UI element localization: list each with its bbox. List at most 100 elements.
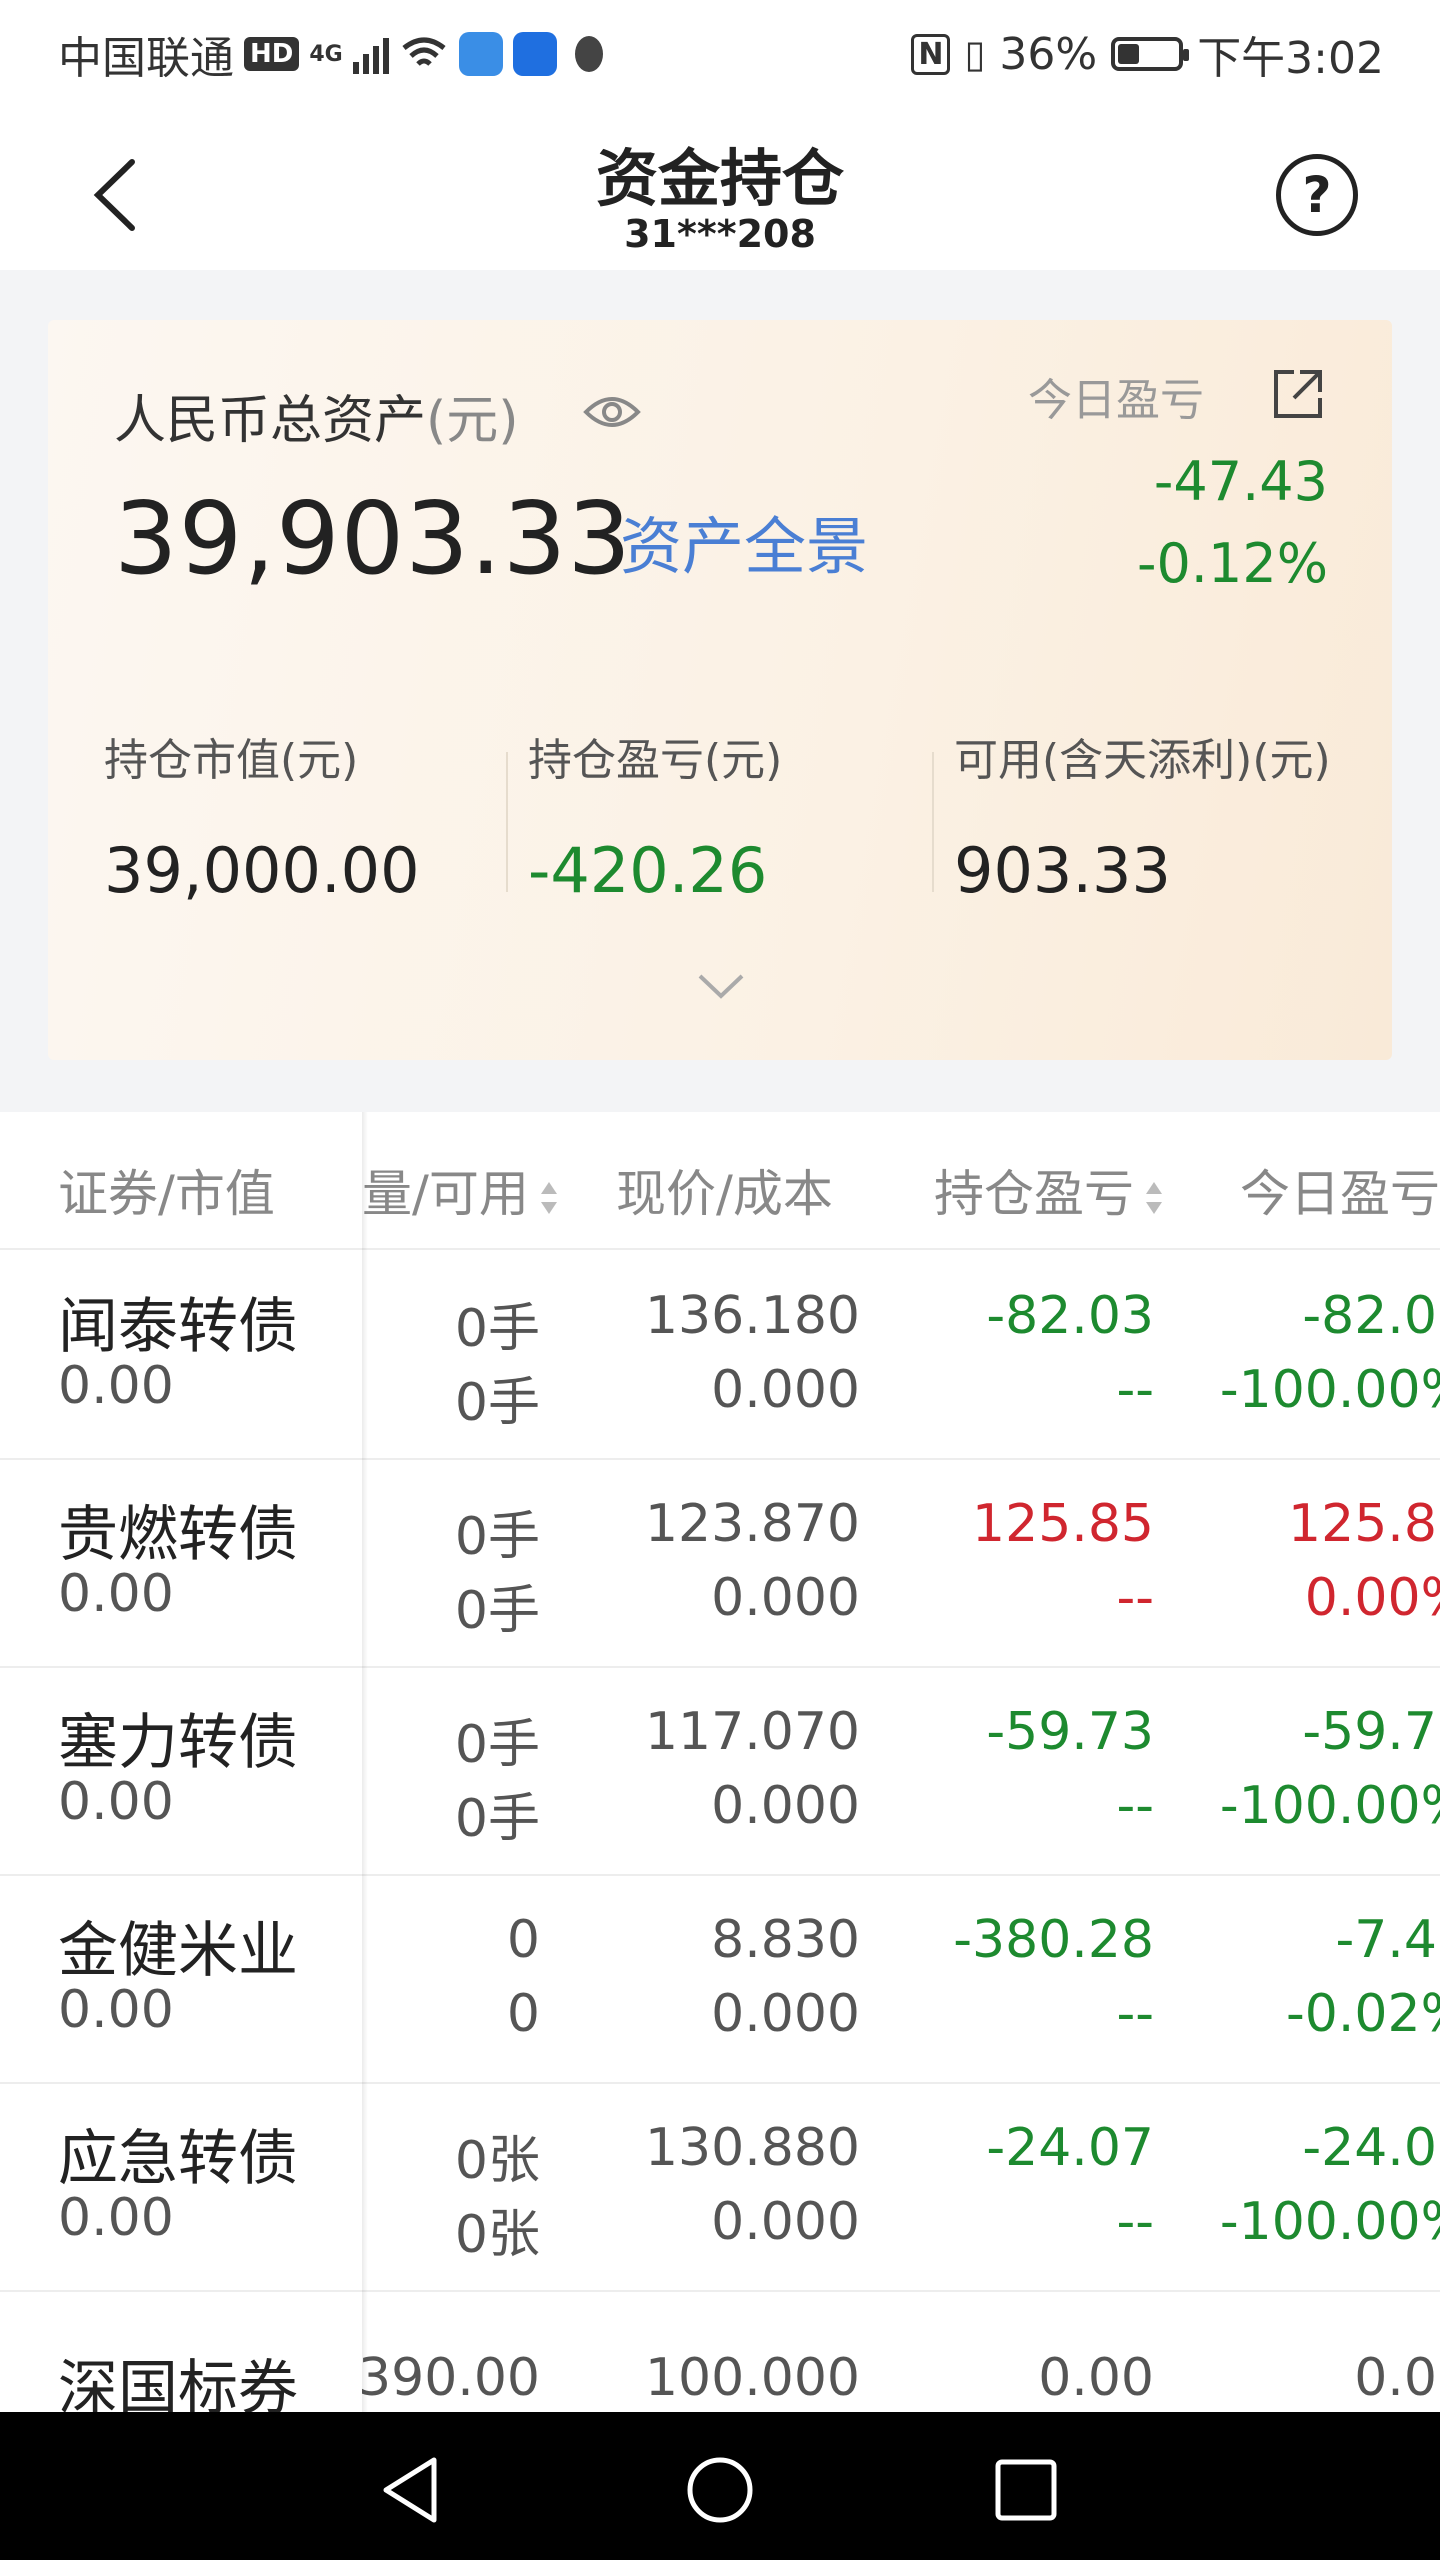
battery-icon bbox=[1111, 37, 1190, 71]
header-today-pl[interactable]: 今日盈亏 bbox=[1240, 1154, 1440, 1226]
position-pl-cell: -59.73 bbox=[986, 1702, 1154, 1762]
frozen-column-shadow bbox=[362, 1112, 368, 2412]
price-cell: 8.830 bbox=[711, 1910, 860, 1970]
position-pl-cell: 125.85 bbox=[972, 1494, 1154, 1554]
asset-panorama-link[interactable]: 资产全景 bbox=[620, 496, 868, 586]
qty-cell: 0 bbox=[506, 1910, 540, 1970]
header-pl-label: 持仓盈亏 bbox=[934, 1165, 1134, 1223]
position-pl-pct-cell: -- bbox=[1116, 1568, 1154, 1628]
available-funds-value: 903.33 bbox=[954, 834, 1171, 907]
wifi-icon bbox=[402, 37, 446, 66]
security-name: 应急转债 bbox=[58, 2124, 298, 2194]
stat-divider bbox=[932, 752, 934, 892]
total-assets-label-text: 人民币总资产 bbox=[114, 391, 427, 451]
today-pl-cell: -24.07 bbox=[1302, 2118, 1440, 2178]
security-cell[interactable]: 金健米业 0.00 bbox=[0, 1874, 362, 2084]
security-name: 贵燃转债 bbox=[58, 1500, 298, 1570]
position-value: 39,000.00 bbox=[104, 834, 420, 907]
vibrate-icon: ▯ bbox=[964, 32, 986, 76]
carrier-label: 中国联通 bbox=[58, 33, 234, 84]
chevron-down-icon[interactable] bbox=[696, 970, 746, 1000]
available-cell: 0手 bbox=[454, 1581, 540, 1641]
status-left: 中国联通 HD 4G bbox=[58, 22, 611, 86]
frozen-column: 证券/市值 闻泰转债 0.00 贵燃转债 0.00 塞力转债 0.00 金健米业 0.00 应急… bbox=[0, 1112, 362, 2412]
cost-cell: 0.000 bbox=[711, 1984, 860, 2044]
signal-icon bbox=[352, 34, 389, 74]
nav-recents-icon[interactable] bbox=[986, 2450, 1066, 2530]
hd-badge: HD bbox=[244, 37, 300, 71]
today-pl-pct-cell: -0.02% bbox=[1286, 1984, 1440, 2044]
security-cell[interactable]: 深国标券 bbox=[0, 2290, 362, 2412]
today-pl-cell: -59.73 bbox=[1302, 1702, 1440, 1762]
battery-percent: 36% bbox=[999, 28, 1098, 80]
today-pl-cell: 125.85 bbox=[1288, 1494, 1440, 1554]
position-pl-cell: -380.28 bbox=[953, 1910, 1154, 1970]
page-title: 资金持仓 bbox=[595, 142, 844, 215]
available-cell: 0手 bbox=[454, 1789, 540, 1849]
price-cell: 123.870 bbox=[644, 1494, 860, 1554]
qty-cell: 0张 bbox=[454, 2131, 540, 2191]
clock: 下午3:02 bbox=[1197, 33, 1384, 84]
security-name: 深国标券 bbox=[58, 2354, 298, 2412]
market-value: 0.00 bbox=[58, 1772, 174, 1832]
eye-icon[interactable] bbox=[582, 382, 642, 442]
header-price[interactable]: 现价/成本 bbox=[616, 1154, 833, 1226]
cloud-app-icon bbox=[458, 32, 503, 76]
price-cell: 130.880 bbox=[644, 2118, 860, 2178]
qty-cell: 0手 bbox=[454, 1299, 540, 1359]
today-pl-pct-cell: -100.00% bbox=[1219, 1776, 1440, 1836]
price-cell: 117.070 bbox=[644, 1702, 860, 1762]
stat-divider bbox=[506, 752, 508, 892]
nav-back-icon[interactable] bbox=[372, 2450, 452, 2530]
nav-home-icon[interactable] bbox=[680, 2450, 760, 2530]
header-pl[interactable]: 持仓盈亏 bbox=[934, 1154, 1164, 1226]
qty-cell: 0手 bbox=[454, 1507, 540, 1567]
share-icon[interactable] bbox=[1270, 366, 1326, 422]
header-security: 证券/市值 bbox=[58, 1165, 275, 1223]
available-cell: 0 bbox=[506, 1984, 540, 2044]
today-pl-value: -47.43 bbox=[1153, 450, 1328, 513]
market-value: 0.00 bbox=[58, 1564, 174, 1624]
position-pl-cell: -24.07 bbox=[986, 2118, 1154, 2178]
position-value-label: 持仓市值(元) bbox=[104, 735, 359, 786]
market-value: 0.00 bbox=[58, 1980, 174, 2040]
position-pl-pct-cell: -- bbox=[1116, 1776, 1154, 1836]
network-type: 4G bbox=[309, 41, 343, 67]
security-cell[interactable]: 贵燃转债 0.00 bbox=[0, 1458, 362, 1668]
holdings-table[interactable]: 量/可用 现价/成本 持仓盈亏 今日盈亏 0手 0手 136.180 0.000 -82… bbox=[0, 1112, 1440, 2412]
position-pl-label: 持仓盈亏(元) bbox=[528, 735, 783, 786]
security-cell[interactable]: 塞力转债 0.00 bbox=[0, 1666, 362, 1876]
account-number: 31***208 bbox=[624, 212, 816, 256]
qq-icon bbox=[574, 36, 603, 72]
today-pl-cell: -82.03 bbox=[1302, 1286, 1440, 1346]
total-assets-unit: (元) bbox=[426, 391, 519, 451]
security-cell[interactable]: 应急转债 0.00 bbox=[0, 2082, 362, 2292]
position-pl-cell: 0.00 bbox=[1038, 2348, 1154, 2408]
sort-icon[interactable] bbox=[539, 1176, 559, 1220]
price-cell: 136.180 bbox=[644, 1286, 860, 1346]
asset-summary-card: 人民币总资产(元) 39,903.33 资产全景 今日盈亏 -47.43 -0.… bbox=[48, 320, 1392, 1060]
qty-cell: 0手 bbox=[454, 1715, 540, 1775]
cost-cell: 0.000 bbox=[711, 1360, 860, 1420]
available-cell: 0手 bbox=[454, 1373, 540, 1433]
position-pl-pct-cell: -- bbox=[1116, 2192, 1154, 2252]
security-name: 闻泰转债 bbox=[58, 1292, 298, 1362]
help-icon[interactable]: ? bbox=[1276, 154, 1358, 236]
security-cell[interactable]: 闻泰转债 0.00 bbox=[0, 1250, 362, 1460]
security-name: 塞力转债 bbox=[58, 1708, 298, 1778]
security-name: 金健米业 bbox=[58, 1916, 298, 1986]
sort-icon[interactable] bbox=[1144, 1176, 1164, 1220]
price-cell: 100.000 bbox=[644, 2348, 860, 2408]
status-bar: 中国联通 HD 4G N ▯ 36% 下午3:02 bbox=[0, 0, 1440, 100]
position-pl-pct-cell: -- bbox=[1116, 1984, 1154, 2044]
market-value: 0.00 bbox=[58, 2188, 174, 2248]
header-qty[interactable]: 量/可用 bbox=[362, 1154, 559, 1226]
status-right: N ▯ 36% 下午3:02 bbox=[911, 22, 1384, 86]
position-pl-pct-cell: -- bbox=[1116, 1360, 1154, 1420]
available-funds-label: 可用(含天添利)(元) bbox=[954, 735, 1331, 786]
position-pl-value: -420.26 bbox=[528, 834, 768, 907]
cost-cell: 0.000 bbox=[711, 2192, 860, 2252]
bulb-app-icon bbox=[512, 32, 557, 76]
today-pl-percent: -0.12% bbox=[1136, 532, 1328, 595]
today-pl-pct-cell: 0.00% bbox=[1304, 1568, 1440, 1628]
